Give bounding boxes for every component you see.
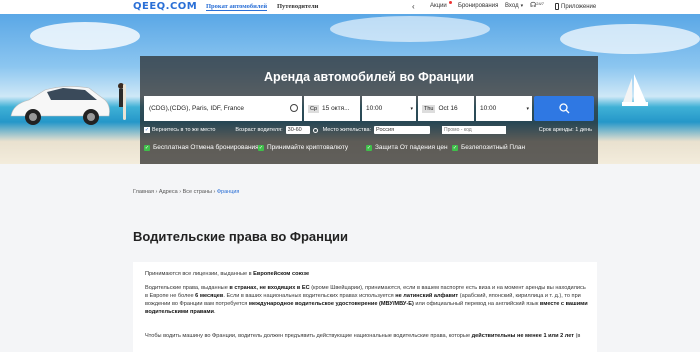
check-icon: ✓ [144,144,150,151]
car-illustration [10,86,110,125]
promos-link[interactable]: Акции [430,1,452,9]
feature-free-cancel: ✓ Бесплатная Отмена бронирования [144,144,259,151]
search-panel: Аренда автомобилей во Франции (CDG),(CDG… [140,56,598,164]
breadcrumb-countries[interactable]: Все страны [183,189,212,195]
cloud-shape [330,16,490,42]
pickup-time-value: 10:00 [366,105,383,112]
return-date-value: Oct 16 [438,105,458,112]
info-icon[interactable] [312,127,318,133]
text: (арабский, японский, кириллица и т. д.),… [458,293,581,299]
breadcrumb-addresses[interactable]: Адреса [159,189,178,195]
pickup-date-value: 15 октя... [322,105,350,112]
tab-car-rental[interactable]: Прокат автомобилей [206,3,268,11]
content-card: Принимаются все лицензии, выданные в Евр… [133,262,597,352]
promo-code-input[interactable] [442,126,507,134]
residence-select[interactable]: Россия [374,126,431,134]
login-link[interactable]: Вход ▾ [505,3,523,9]
text: или официальный перевод на английский яз… [413,301,540,307]
chevron-down-icon: ▾ [520,3,524,9]
cloud-shape [30,22,140,50]
cloud-shape [560,24,700,54]
feature-label: Принимайте криптовалюту [267,144,349,151]
search-options: ✓ Вернитесь в то же место Возраст водите… [144,125,598,135]
surfer-figure [118,83,126,120]
support-label: 24/7 [536,0,545,6]
feature-crypto: ✓ Принимайте криптовалюту [258,144,348,151]
phone-icon [555,3,559,10]
hero-banner: Аренда автомобилей во Франции (CDG),(CDG… [0,14,700,164]
driver-age-select[interactable]: 30-60 [285,126,310,134]
feature-no-deposit: ✓ Безлепозитный План [452,144,525,151]
check-icon: ✓ [258,144,264,151]
text: Чтобы водить машину во Франции, водитель… [145,333,472,339]
text: Водительские права, выданные [145,285,230,291]
paragraph-eu: Принимаются все лицензии, выданные в Евр… [145,270,589,278]
driver-age-value: 30-60 [287,127,302,133]
text-bold: Европейском союзе [253,271,310,277]
text-bold: не латинский алфавит [395,293,459,299]
feature-label: Защита От падения цен [375,144,448,151]
text-bold: в странах, не входящих в ЕС [229,285,310,291]
paragraph-non-eu: Водительские права, выданные в странах, … [145,285,588,315]
return-time-select[interactable]: 10:00 ▾ [476,96,532,121]
text: Европе не более [149,293,196,299]
search-icon [558,103,569,114]
feature-label: Безлепозитный План [461,144,526,151]
driver-age-label: Возраст водителя: [235,127,283,133]
app-link[interactable]: Приложение [555,3,596,10]
text: (в [574,333,581,339]
pickup-date-field[interactable]: Ср 15 октя... [304,96,360,121]
text: Принимаются все лицензии, выданные в [145,271,254,277]
text-bold: 6 месяцев [195,293,224,299]
promos-label: Акции [430,3,447,9]
chevron-down-icon: ▾ [526,105,529,112]
residence-value: Россия [376,127,395,133]
return-time-value: 10:00 [480,105,497,112]
search-title: Аренда автомобилей во Франции [264,70,474,84]
feature-price-protection: ✓ Защита От падения цен [366,144,448,151]
tab-guides[interactable]: Путеводители [277,3,318,10]
return-date-field[interactable]: Thu Oct 16 [418,96,474,121]
breadcrumb-home[interactable]: Главная [133,189,154,195]
search-button[interactable] [534,96,594,121]
text: вождении во Франции вам потребуется [145,301,249,307]
text: . Если в ваших национальных водительских… [223,293,396,299]
chevron-down-icon: ▾ [410,105,413,112]
back-arrow-icon[interactable]: ‹ [412,2,415,11]
login-label: Вход [505,3,519,9]
location-value: (CDG),(CDG), Paris, IDF, France [149,105,244,112]
feature-label: Бесплатная Отмена бронирования [153,144,259,151]
return-same-checkbox[interactable]: ✓ [144,127,150,133]
site-logo[interactable]: QEEQ.COM [133,1,197,12]
rental-duration: Срок аренды: 1 день [538,127,592,133]
location-input[interactable]: (CDG),(CDG), Paris, IDF, France [144,96,302,121]
bookings-link[interactable]: Бронирования [458,3,498,9]
search-row: (CDG),(CDG), Paris, IDF, France Ср 15 ок… [144,96,532,121]
page-title: Водительские права во Франции [133,229,348,244]
residence-label: Место жительства: [322,127,372,133]
pickup-time-select[interactable]: 10:00 ▾ [362,96,416,121]
pickup-day-badge: Ср [308,104,320,113]
support-link[interactable]: ☊ 24/7 [530,0,545,10]
app-label: Приложение [561,3,597,10]
promo-dot-icon [448,1,452,4]
return-day-badge: Thu [422,104,436,113]
text-bold: международное водительское удостоверение… [248,301,414,307]
breadcrumb-current: Франция [216,189,240,195]
top-nav-bar: QEEQ.COM Прокат автомобилей Путеводители… [0,0,700,14]
check-icon: ✓ [366,144,372,151]
breadcrumb: Главная › Адреса › Все страны › Франция [133,189,239,195]
locate-icon[interactable] [290,104,298,112]
sailboat-figure [622,74,648,106]
paragraph-validity: Чтобы водить машину во Франции, водитель… [145,332,589,340]
check-icon: ✓ [452,144,458,151]
text-bold: действительны не менее 1 или 2 лет [471,333,575,339]
text-bold: вместе с вашими [539,301,588,307]
text-bold: водительскими правами [145,309,214,315]
return-same-label: Вернитесь в то же место [152,127,216,133]
